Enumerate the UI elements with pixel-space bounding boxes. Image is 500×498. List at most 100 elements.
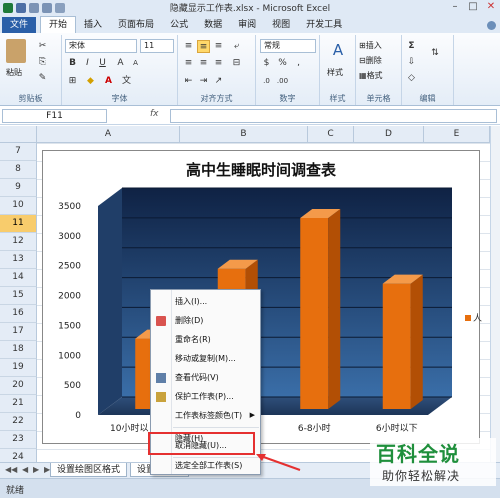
help-icon[interactable] [487,21,496,30]
align-right-icon[interactable]: ≡ [212,57,225,70]
column-header-a[interactable]: A [37,126,180,143]
watermark: 百科全说 助你轻松解决 [370,438,496,486]
name-box[interactable]: F11 [2,109,107,123]
wrap-text-icon[interactable]: ⤶ [230,40,243,53]
fill-icon[interactable]: ⇩ [405,56,418,69]
row-header[interactable]: 9 [0,179,37,197]
italic-icon[interactable]: I [81,57,94,70]
chart[interactable]: 高中生睡眠时间调查表 3500 3000 2500 2000 1500 1000 500 0 1… [42,150,480,444]
vertical-scrollbar[interactable] [490,126,500,462]
sheet-nav-first-icon[interactable]: ◀◀ [5,465,17,474]
column-header-c[interactable]: C [308,126,354,143]
column-header-d[interactable]: D [354,126,424,143]
menu-item-insert[interactable]: 插入(I)... [151,292,260,311]
comma-icon[interactable]: , [292,57,305,70]
row-header[interactable]: 7 [0,143,37,161]
tab-file[interactable]: 文件 [2,17,37,33]
watermark-slogan: 助你轻松解决 [382,469,461,483]
fill-color-icon[interactable]: ◆ [84,75,97,88]
row-header[interactable]: 8 [0,161,37,179]
row-header[interactable]: 18 [0,341,37,359]
autosum-icon[interactable]: Σ [405,40,418,53]
tab-formulas[interactable]: 公式 [162,17,196,33]
minimize-icon[interactable]: – [448,1,462,12]
fx-icon[interactable]: fx [150,109,159,119]
format-cells-button[interactable]: ▦格式 [359,70,383,81]
font-shrink-icon[interactable]: A [129,57,142,70]
styles-icon[interactable]: A [329,41,347,61]
font-size-select[interactable]: 11 [140,39,174,53]
row-header[interactable]: 10 [0,197,37,215]
font-grow-icon[interactable]: A [114,57,127,70]
font-color-icon[interactable]: A [102,75,115,88]
row-header[interactable]: 11 [0,215,37,233]
menu-item-tab-color[interactable]: 工作表标签颜色(T) ▶ [151,406,260,425]
insert-cells-button[interactable]: ⊞插入 [359,40,382,51]
paste-label[interactable]: 粘贴 [6,67,22,78]
tab-review[interactable]: 审阅 [230,17,264,33]
cut-icon[interactable]: ✂ [36,40,49,53]
row-header[interactable]: 20 [0,377,37,395]
tab-page-layout[interactable]: 页面布局 [110,17,162,33]
tab-data[interactable]: 数据 [196,17,230,33]
align-top-icon[interactable]: ≡ [182,40,195,53]
sheet-nav-prev-icon[interactable]: ◀ [22,465,28,474]
align-bottom-icon[interactable]: ≡ [212,40,225,53]
number-format-select[interactable]: 常规 [260,39,316,53]
tab-developer[interactable]: 开发工具 [298,17,350,33]
row-header[interactable]: 16 [0,305,37,323]
row-header[interactable]: 17 [0,323,37,341]
menu-item-protect[interactable]: 保护工作表(P)... [151,387,260,406]
sort-filter-icon[interactable]: ⇅ [424,47,446,67]
menu-item-select-all[interactable]: 选定全部工作表(S) [151,456,260,475]
row-header[interactable]: 21 [0,395,37,413]
select-all-corner[interactable] [0,126,37,143]
format-painter-icon[interactable]: ✎ [36,72,49,85]
menu-item-delete[interactable]: 删除(D) [151,311,260,330]
sheet-nav-next-icon[interactable]: ▶ [33,465,39,474]
x-tick-label: 6小时以下 [376,422,418,434]
merge-icon[interactable]: ⊟ [230,57,243,70]
border-icon[interactable]: ⊞ [66,75,79,88]
increase-decimal-icon[interactable]: .0 [260,75,273,88]
tab-home[interactable]: 开始 [40,16,77,33]
column-header-e[interactable]: E [424,126,490,143]
row-header[interactable]: 14 [0,269,37,287]
menu-item-view-code[interactable]: 查看代码(V) [151,368,260,387]
row-header[interactable]: 12 [0,233,37,251]
row-header[interactable]: 22 [0,413,37,431]
currency-icon[interactable]: $ [260,57,273,70]
maximize-icon[interactable]: □ [466,1,480,12]
row-header[interactable]: 13 [0,251,37,269]
sheet-tab-format-plot[interactable]: 设置绘图区格式 [50,463,128,477]
align-left-icon[interactable]: ≡ [182,57,195,70]
row-header[interactable]: 23 [0,431,37,449]
tab-view[interactable]: 视图 [264,17,298,33]
font-name-select[interactable]: 宋体 [65,39,137,53]
decrease-indent-icon[interactable]: ⇤ [182,75,195,88]
menu-item-rename[interactable]: 重命名(R) [151,330,260,349]
formula-input[interactable] [170,109,497,123]
paste-icon[interactable] [6,39,26,63]
column-header-b[interactable]: B [180,126,308,143]
menu-item-delete-label: 删除(D) [175,316,204,325]
delete-cells-button[interactable]: ⊟删除 [359,55,382,66]
clear-icon[interactable]: ◇ [405,72,418,85]
bold-icon[interactable]: B [66,57,79,70]
row-header[interactable]: 15 [0,287,37,305]
menu-item-move-copy[interactable]: 移动或复制(M)... [151,349,260,368]
align-center-icon[interactable]: ≡ [197,57,210,70]
styles-label[interactable]: 样式 [327,67,343,78]
underline-icon[interactable]: U [96,57,109,70]
close-icon[interactable]: ✕ [484,1,498,12]
orientation-icon[interactable]: ↗ [212,75,225,88]
align-middle-icon[interactable]: ≡ [197,40,210,53]
row-header[interactable]: 19 [0,359,37,377]
chart-plot: 3500 3000 2500 2000 1500 1000 500 0 10小时以 6-8小时 6小… [58,187,452,434]
copy-icon[interactable]: ⎘ [36,56,49,69]
increase-indent-icon[interactable]: ⇥ [197,75,210,88]
percent-icon[interactable]: % [276,57,289,70]
decrease-decimal-icon[interactable]: .00 [276,75,289,88]
tab-insert[interactable]: 插入 [76,17,110,33]
phonetic-icon[interactable]: 文 [120,75,133,88]
